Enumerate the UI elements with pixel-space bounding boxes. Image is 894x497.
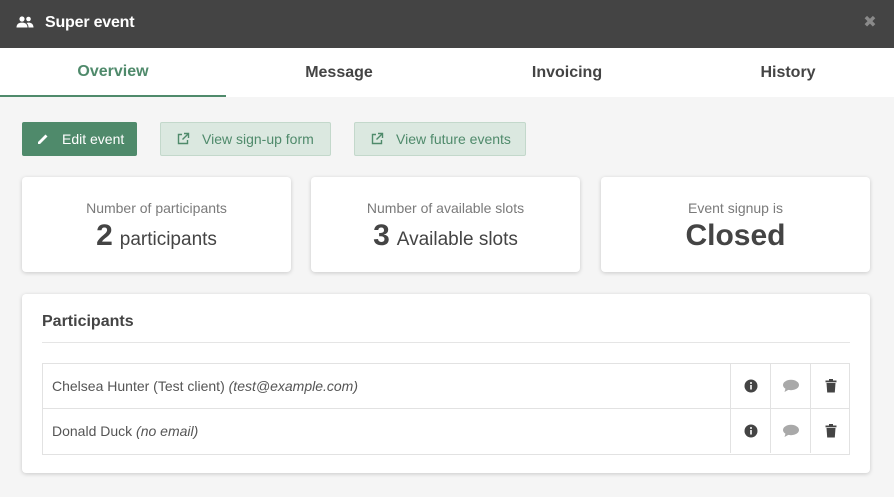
tab-message[interactable]: Message bbox=[226, 48, 452, 97]
available-slots-value: 3 Available slots bbox=[311, 219, 580, 253]
participants-panel: Participants Chelsea Hunter (Test client… bbox=[22, 294, 870, 473]
signup-status-text: Closed bbox=[685, 219, 786, 252]
participant-name-text: Chelsea Hunter (Test client) bbox=[52, 378, 225, 394]
available-slots-number: 3 bbox=[373, 219, 390, 252]
view-future-events-button[interactable]: View future events bbox=[354, 122, 526, 156]
participants-table: Chelsea Hunter (Test client) (test@examp… bbox=[42, 363, 850, 455]
edit-event-button[interactable]: Edit event bbox=[22, 122, 137, 156]
view-signup-form-label: View sign-up form bbox=[202, 131, 314, 147]
trash-icon bbox=[825, 379, 836, 393]
tab-history[interactable]: History bbox=[682, 48, 894, 97]
tab-overview[interactable]: Overview bbox=[0, 48, 226, 97]
pencil-icon bbox=[38, 134, 48, 144]
trash-icon bbox=[825, 424, 836, 438]
edit-event-label: Edit event bbox=[62, 131, 125, 147]
available-slots-card: Number of available slots 3 Available sl… bbox=[311, 177, 580, 272]
divider bbox=[42, 342, 850, 343]
window-title: Super event bbox=[45, 14, 135, 31]
table-row: Chelsea Hunter (Test client) (test@examp… bbox=[43, 364, 849, 409]
participants-count-unit: participants bbox=[119, 229, 217, 250]
participants-count-label: Number of participants bbox=[86, 200, 227, 216]
comment-icon bbox=[782, 424, 799, 437]
external-link-icon bbox=[177, 132, 190, 145]
signup-status-label: Event signup is bbox=[688, 200, 783, 216]
participant-email: (test@example.com) bbox=[228, 378, 358, 394]
table-row: Donald Duck (no email) bbox=[43, 409, 849, 454]
message-button[interactable] bbox=[770, 364, 810, 408]
tab-invoicing[interactable]: Invoicing bbox=[452, 48, 682, 97]
close-icon[interactable]: ✖ bbox=[862, 15, 878, 31]
info-button[interactable] bbox=[730, 364, 770, 408]
window-titlebar: Super event ✖ bbox=[0, 0, 894, 48]
message-button[interactable] bbox=[770, 409, 810, 453]
participants-title: Participants bbox=[42, 313, 134, 330]
view-future-events-label: View future events bbox=[396, 131, 511, 147]
info-icon bbox=[744, 424, 757, 438]
signup-status-value: Closed bbox=[601, 219, 870, 253]
info-icon bbox=[744, 379, 757, 393]
delete-button[interactable] bbox=[810, 409, 850, 453]
participant-email: (no email) bbox=[136, 423, 199, 439]
participants-count-card: Number of participants 2 participants bbox=[22, 177, 291, 272]
participant-name: Donald Duck (no email) bbox=[52, 423, 198, 439]
signup-status-card: Event signup is Closed bbox=[601, 177, 870, 272]
info-button[interactable] bbox=[730, 409, 770, 453]
tab-bar: Overview Message Invoicing History bbox=[0, 48, 894, 97]
delete-button[interactable] bbox=[810, 364, 850, 408]
comment-icon bbox=[782, 379, 799, 392]
participants-count-value: 2 participants bbox=[22, 219, 291, 253]
view-signup-form-button[interactable]: View sign-up form bbox=[160, 122, 331, 156]
participants-count-number: 2 bbox=[96, 219, 113, 252]
people-icon bbox=[16, 16, 34, 28]
available-slots-unit: Available slots bbox=[396, 229, 518, 250]
available-slots-label: Number of available slots bbox=[366, 200, 525, 216]
participant-name: Chelsea Hunter (Test client) (test@examp… bbox=[52, 378, 358, 394]
participant-name-text: Donald Duck bbox=[52, 423, 133, 439]
external-link-icon bbox=[371, 132, 384, 145]
